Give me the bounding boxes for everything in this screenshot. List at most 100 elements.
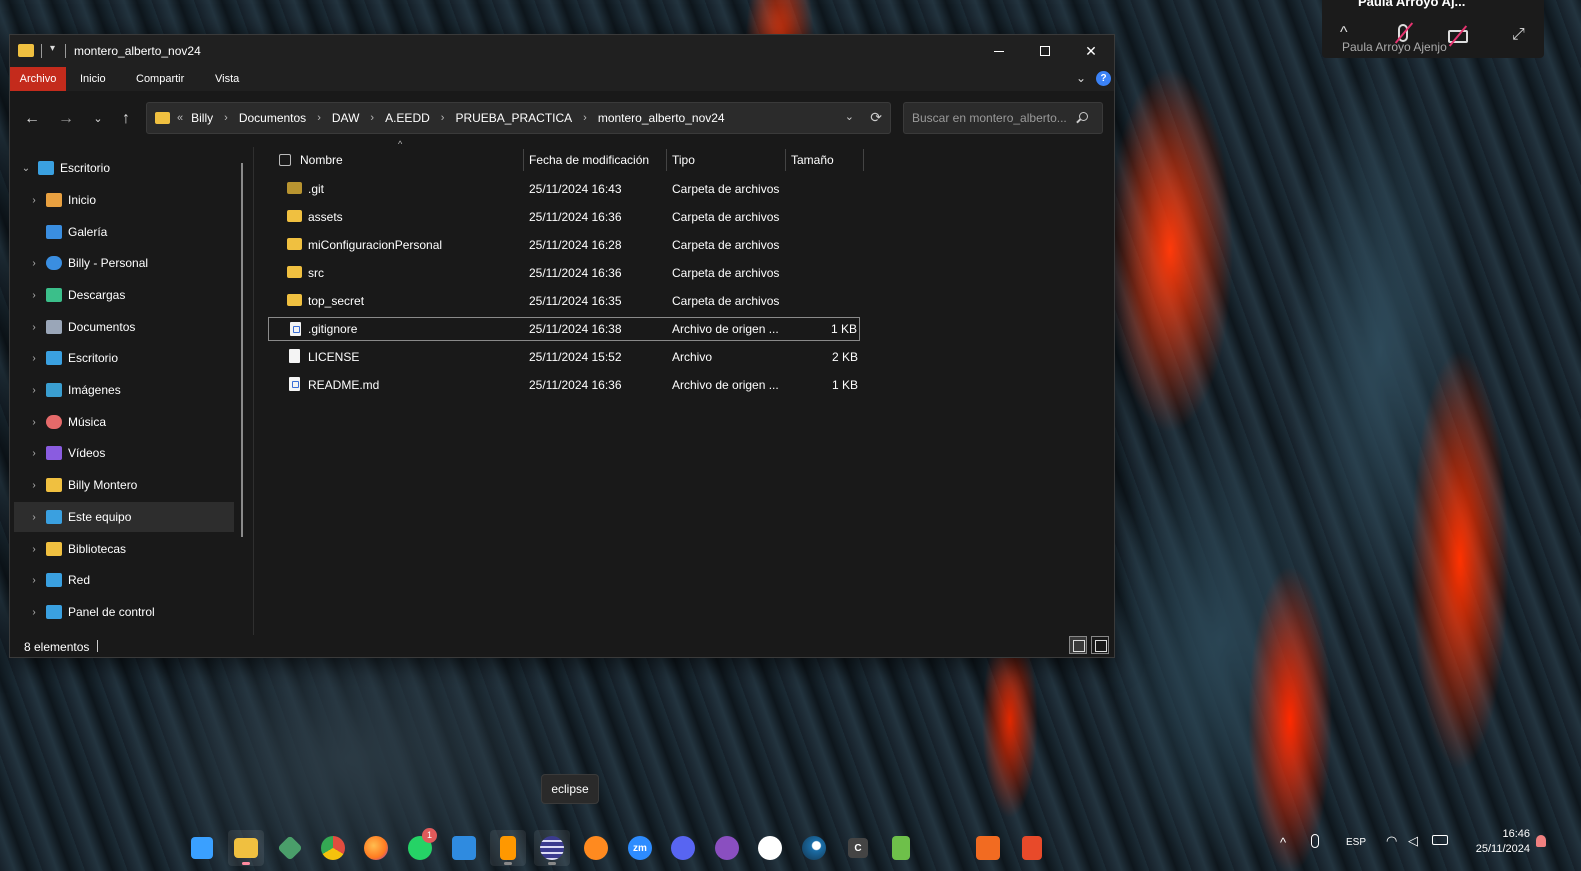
sidebar-item-este-equipo[interactable]: › Este equipo (14, 502, 234, 532)
column-header-size[interactable]: Tamaño (791, 147, 834, 173)
sidebar-item-descargas[interactable]: › Descargas (22, 280, 242, 310)
search-box[interactable] (903, 102, 1103, 134)
tab-archivo[interactable]: Archivo (10, 67, 66, 91)
volume-icon[interactable]: ◁ (1408, 833, 1418, 849)
sidebar-item-musica[interactable]: › Música (22, 407, 242, 437)
chevron-right-icon[interactable]: › (22, 353, 46, 364)
column-header-date[interactable]: Fecha de modificación (529, 147, 649, 173)
sidebar-item-billy-montero[interactable]: › Billy Montero (22, 470, 242, 500)
forward-arrow-icon[interactable]: → (54, 107, 78, 131)
minimize-button[interactable] (976, 35, 1022, 67)
chevron-right-icon[interactable]: › (22, 575, 46, 586)
taskbar-app-steam[interactable] (796, 830, 832, 866)
breadcrumb-current-folder[interactable]: montero_alberto_nov24 (598, 111, 725, 125)
refresh-icon[interactable]: ⟳ (870, 109, 882, 126)
table-row[interactable]: LICENSE 25/11/2024 15:52 Archivo 2 KB (268, 345, 860, 369)
taskbar-app-git[interactable] (272, 830, 308, 866)
expand-ribbon-chevron-icon[interactable]: ⌄ (1076, 71, 1086, 85)
help-icon[interactable]: ? (1096, 71, 1111, 86)
breadcrumb-daw[interactable]: DAW (332, 111, 360, 125)
close-button[interactable]: ✕ (1068, 35, 1114, 67)
chevron-right-icon[interactable]: › (14, 512, 46, 523)
tab-inicio[interactable]: Inicio (70, 67, 116, 91)
up-arrow-icon[interactable]: ↑ (114, 107, 138, 131)
address-history-chevron-icon[interactable]: ⌄ (845, 110, 854, 123)
address-bar[interactable]: « Billy › Documentos › DAW › A.EEDD › PR… (146, 102, 891, 134)
show-hidden-icons-chevron-icon[interactable]: ^ (1280, 835, 1286, 850)
taskbar-app-eclipse[interactable] (534, 830, 570, 866)
select-all-checkbox[interactable] (279, 154, 291, 166)
taskbar-app-github-desktop[interactable] (709, 830, 745, 866)
breadcrumb-prueba-practica[interactable]: PRUEBA_PRACTICA (455, 111, 572, 125)
taskbar-app-zoom[interactable]: zm (622, 830, 658, 866)
sidebar-item-galeria[interactable]: Galería (22, 217, 242, 247)
taskbar-app-firefox[interactable] (358, 830, 394, 866)
table-row[interactable]: miConfiguracionPersonal 25/11/2024 16:28… (268, 233, 860, 257)
back-arrow-icon[interactable]: ← (20, 107, 44, 131)
sidebar-scrollbar[interactable] (241, 163, 243, 537)
breadcrumb-overflow-icon[interactable]: « (177, 112, 183, 124)
sidebar-item-imagenes[interactable]: › Imágenes (22, 375, 242, 405)
search-input[interactable] (912, 110, 1072, 126)
microphone-icon[interactable] (1311, 834, 1319, 848)
details-view-button[interactable] (1069, 636, 1087, 654)
chevron-right-icon[interactable]: › (22, 195, 46, 206)
table-row[interactable]: top_secret 25/11/2024 16:35 Carpeta de a… (268, 289, 860, 313)
column-header-type[interactable]: Tipo (672, 147, 695, 173)
taskbar-app-sublime[interactable] (490, 830, 526, 866)
recent-locations-chevron-icon[interactable]: ⌄ (86, 107, 110, 131)
taskbar-app-xampp[interactable] (970, 830, 1006, 866)
chevron-right-icon[interactable]: › (22, 448, 46, 459)
taskbar-app-discord[interactable] (665, 830, 701, 866)
taskbar-app-vscode[interactable] (446, 830, 482, 866)
taskbar-app-xampp-control[interactable] (1014, 830, 1050, 866)
tab-compartir[interactable]: Compartir (126, 67, 194, 91)
tab-vista[interactable]: Vista (205, 67, 249, 91)
chevron-right-icon[interactable]: › (22, 385, 46, 396)
start-button[interactable] (184, 830, 220, 866)
column-divider[interactable] (863, 149, 864, 171)
taskbar-app-whatsapp[interactable]: 1 (402, 828, 438, 866)
chevron-right-icon[interactable]: › (22, 290, 46, 301)
sidebar-item-videos[interactable]: › Vídeos (22, 438, 242, 468)
battery-icon[interactable] (1432, 835, 1448, 845)
chevron-right-icon[interactable]: › (22, 322, 46, 333)
sidebar-item-escritorio[interactable]: › Escritorio (22, 343, 242, 373)
breadcrumb-billy[interactable]: Billy (191, 111, 213, 125)
taskbar-app-notepad-plus[interactable] (883, 830, 919, 866)
sidebar-item-red[interactable]: › Red (22, 565, 242, 595)
chevron-right-icon[interactable]: › (22, 480, 46, 491)
chevron-right-icon[interactable]: › (22, 544, 46, 555)
taskbar-app-file-explorer[interactable] (228, 830, 264, 866)
table-row[interactable]: .git 25/11/2024 16:43 Carpeta de archivo… (268, 177, 860, 201)
input-language[interactable]: ESP (1346, 837, 1366, 848)
chevron-down-icon[interactable]: ⌄ (14, 163, 38, 174)
chevron-right-icon[interactable]: › (22, 607, 46, 618)
large-icons-view-button[interactable] (1091, 636, 1109, 654)
pane-divider[interactable] (253, 147, 254, 635)
table-row[interactable]: README.md 25/11/2024 16:36 Archivo de or… (268, 373, 860, 397)
sidebar-item-escritorio-root[interactable]: ⌄ Escritorio (14, 153, 234, 183)
taskbar-app-sourcetree[interactable] (578, 830, 614, 866)
maximize-button[interactable] (1022, 35, 1068, 67)
notification-bell-icon[interactable] (1536, 835, 1546, 847)
column-divider[interactable] (666, 149, 667, 171)
sidebar-item-bibliotecas[interactable]: › Bibliotecas (22, 534, 242, 564)
clock[interactable]: 16:46 25/11/2024 (1462, 827, 1530, 857)
sidebar-item-billy-personal[interactable]: › Billy - Personal (22, 248, 242, 278)
sidebar-item-panel-de-control[interactable]: › Panel de control (22, 597, 242, 627)
sidebar-item-documentos[interactable]: › Documentos (22, 312, 242, 342)
taskbar-app-c[interactable]: C (840, 830, 876, 866)
table-row[interactable]: src 25/11/2024 16:36 Carpeta de archivos (268, 261, 860, 285)
expand-icon[interactable]: ⤢ (1512, 26, 1525, 44)
sidebar-item-inicio[interactable]: › Inicio (22, 185, 242, 215)
breadcrumb-documentos[interactable]: Documentos (239, 111, 306, 125)
taskbar-app-github[interactable] (752, 830, 788, 866)
quick-access-toolbar-dropdown[interactable]: ▾ (50, 43, 55, 54)
column-divider[interactable] (785, 149, 786, 171)
chevron-right-icon[interactable]: › (22, 258, 46, 269)
column-divider[interactable] (523, 149, 524, 171)
column-header-name[interactable]: Nombre (300, 147, 343, 173)
breadcrumb-aeedd[interactable]: A.EEDD (385, 111, 430, 125)
chevron-right-icon[interactable]: › (22, 417, 46, 428)
